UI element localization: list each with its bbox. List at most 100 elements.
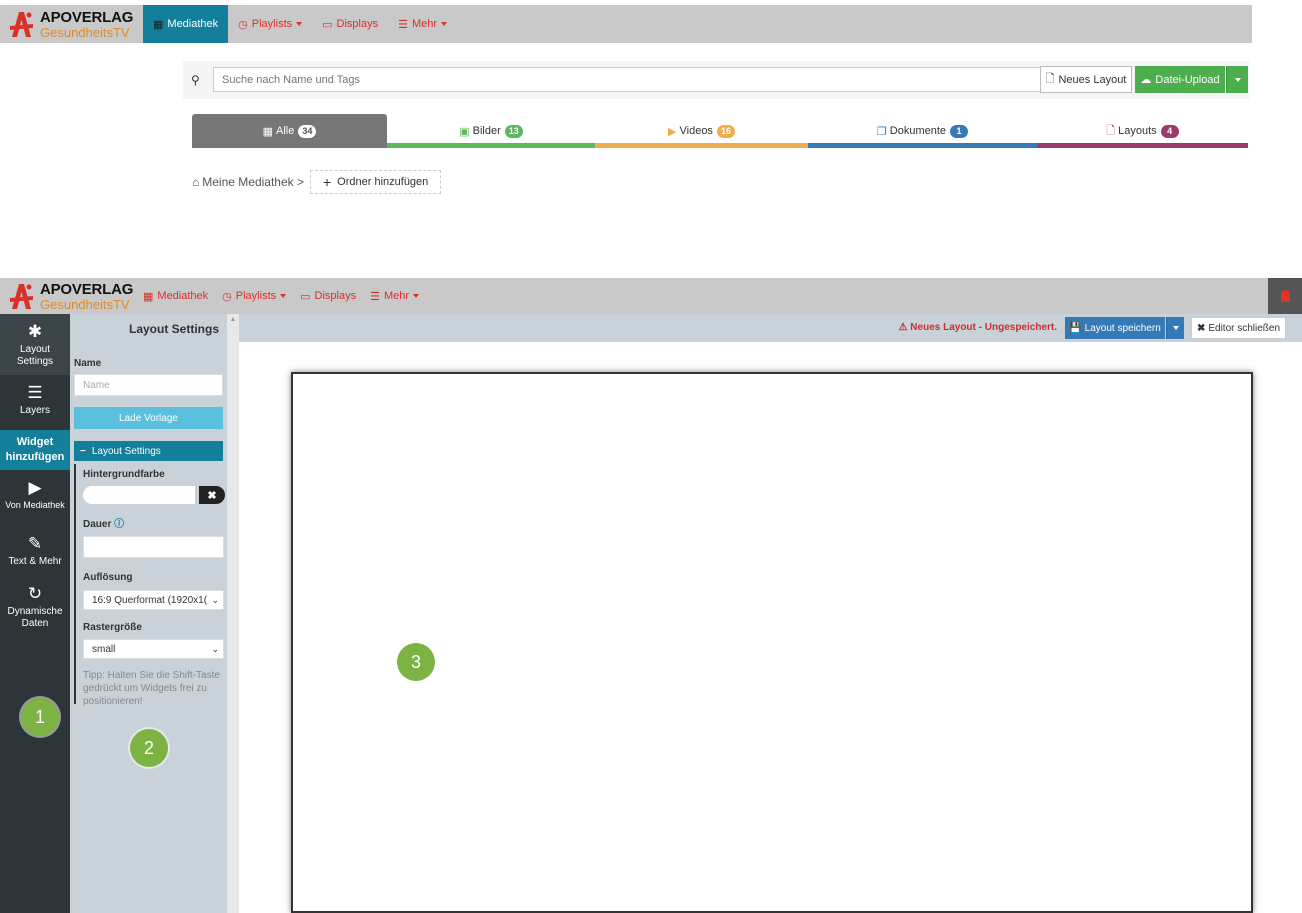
nav-label: Displays: [336, 18, 379, 30]
tab-layouts[interactable]: 🗋 Layouts 4: [1037, 114, 1248, 148]
tab-label: Dokumente: [889, 125, 947, 137]
chevron-down-icon: ⌄: [211, 644, 219, 654]
brand-name: APOVERLAG: [40, 280, 134, 298]
aufloesung-value: 16:9 Querformat (1920x1(: [92, 594, 208, 606]
chevron-down-icon: ⌄: [211, 595, 219, 605]
chevron-down-icon: [413, 294, 420, 298]
background-color-label: Hintergrundfarbe: [83, 469, 165, 480]
file-icon: 🗋: [1106, 124, 1116, 137]
media-filter-tabs: ▦ Alle 34 ▣ Bilder 13 ▶ Videos 16 ❐ Doku…: [192, 114, 1248, 148]
add-folder-label: Ordner hinzufügen: [337, 176, 429, 188]
search-toolbar: ⚲ ✖ 🗋 Neues Layout ☁ Datei-Upload: [183, 61, 1249, 99]
layout-settings-panel: Layout Settings Name Name Lade Vorlage −…: [70, 314, 227, 913]
tab-alle[interactable]: ▦ Alle 34: [192, 114, 387, 148]
editor-navbar: APOVERLAG GesundheitsTV ▦ Mediathek ◷ Pl…: [0, 278, 1302, 314]
close-icon: ✖: [1196, 322, 1206, 334]
chevron-down-icon: [1172, 326, 1179, 330]
count-badge: 1: [950, 124, 969, 138]
grid-icon: ▦: [143, 290, 154, 303]
nav-mehr[interactable]: ☰ Mehr: [363, 278, 426, 314]
upload-button[interactable]: ☁ Datei-Upload: [1135, 66, 1225, 93]
raster-select[interactable]: small ⌄: [83, 639, 224, 659]
nav-mediathek[interactable]: ▦ Mediathek: [143, 5, 229, 43]
sidebar-item-text-mehr[interactable]: ✎ Text & Mehr: [0, 526, 70, 576]
close-editor-button[interactable]: ✖ Editor schließen: [1191, 317, 1286, 339]
nav-playlists[interactable]: ◷ Playlists: [215, 278, 293, 314]
marker-3: 3: [397, 643, 435, 681]
nav-label: Playlists: [251, 18, 293, 30]
notification-button[interactable]: [1268, 278, 1302, 314]
dauer-label-text: Dauer: [83, 519, 112, 530]
layout-settings-section-body: Hintergrundfarbe ✖ Dauer ⓘ Auflösung 16:…: [74, 464, 229, 707]
plus-icon: +: [322, 174, 332, 190]
aufloesung-select[interactable]: 16:9 Querformat (1920x1( ⌄: [83, 590, 224, 610]
background-color-picker[interactable]: [83, 486, 195, 504]
raster-label: Rastergröße: [83, 622, 142, 633]
nav-displays[interactable]: ▭ Displays: [293, 278, 363, 314]
raster-value: small: [92, 643, 116, 655]
nav-mehr[interactable]: ☰ Mehr: [388, 5, 457, 43]
editor-nav: ▦ Mediathek ◷ Playlists ▭ Displays ☰ Meh…: [136, 278, 426, 314]
add-folder-button[interactable]: + Ordner hinzufügen: [309, 170, 442, 194]
sidebar-item-layout-settings[interactable]: ✱ Layout Settings: [0, 314, 70, 375]
brand-logo[interactable]: APOVERLAG GesundheitsTV: [8, 8, 133, 40]
media-library-icon: ▶: [28, 478, 42, 497]
nav-playlists[interactable]: ◷ Playlists: [228, 5, 312, 43]
marker-2: 2: [130, 729, 168, 767]
layout-canvas[interactable]: [291, 372, 1253, 913]
sidebar-label: Dynamische Daten: [7, 606, 63, 629]
apoverlag-logo-icon: [10, 284, 33, 309]
sidebar-item-layers[interactable]: ☰ Layers: [0, 375, 70, 420]
tab-bilder[interactable]: ▣ Bilder 13: [387, 114, 595, 148]
puzzle-icon: ✱: [27, 322, 43, 341]
chevron-down-icon: [296, 22, 303, 26]
save-label: Layout speichern: [1084, 322, 1161, 334]
list-icon: ☰: [27, 383, 43, 402]
settings-scrollbar[interactable]: ▲: [227, 314, 239, 913]
new-layout-label: Neues Layout: [1058, 73, 1127, 86]
save-layout-button[interactable]: 💾 Layout speichern: [1065, 317, 1165, 339]
layout-editor-panel: APOVERLAG GesundheitsTV ▦ Mediathek ◷ Pl…: [0, 278, 1302, 913]
warning-icon: ⚠: [898, 322, 908, 333]
pencil-icon: ✎: [27, 534, 43, 553]
menu-icon: ☰: [398, 18, 408, 31]
tab-dokumente[interactable]: ❐ Dokumente 1: [808, 114, 1037, 148]
monitor-icon: ▭: [322, 18, 333, 31]
marker-1: 1: [21, 698, 59, 736]
layout-settings-section-header[interactable]: − Layout Settings: [74, 441, 223, 461]
home-icon: ⌂: [192, 175, 200, 189]
top-navbar: APOVERLAG GesundheitsTV ▦ Mediathek ◷ Pl…: [0, 5, 1252, 43]
nav-label: Mehr: [411, 18, 438, 30]
nav-label: Mediathek: [157, 290, 209, 302]
tab-color-bar: [1037, 143, 1248, 148]
lade-vorlage-button[interactable]: Lade Vorlage: [74, 407, 223, 429]
top-nav: ▦ Mediathek ◷ Playlists ▭ Displays ☰ Meh…: [143, 5, 457, 43]
chevron-down-icon: [441, 22, 448, 26]
breadcrumb: ⌂ Meine Mediathek > + Ordner hinzufügen: [192, 170, 442, 194]
refresh-icon: ↻: [27, 584, 43, 603]
sidebar-item-von-mediathek[interactable]: ▶ Von Mediathek: [0, 470, 70, 526]
clear-color-button[interactable]: ✖: [199, 486, 225, 504]
brand-logo[interactable]: APOVERLAG GesundheitsTV: [8, 280, 133, 312]
new-layout-button[interactable]: 🗋 Neues Layout: [1040, 66, 1132, 93]
count-badge: 4: [1160, 124, 1179, 138]
info-icon[interactable]: ⓘ: [114, 519, 124, 530]
upload-label: Datei-Upload: [1155, 73, 1220, 86]
search-input[interactable]: [213, 67, 1075, 92]
breadcrumb-home[interactable]: Meine Mediathek >: [202, 175, 304, 189]
dauer-input[interactable]: [83, 536, 224, 558]
tab-label: Bilder: [472, 125, 501, 137]
name-input[interactable]: Name: [74, 374, 223, 396]
mediathek-panel: APOVERLAG GesundheitsTV ▦ Mediathek ◷ Pl…: [0, 0, 1302, 250]
sidebar-item-dynamische-daten[interactable]: ↻ Dynamische Daten: [0, 576, 70, 640]
nav-displays[interactable]: ▭ Displays: [312, 5, 388, 43]
upload-dropdown-button[interactable]: [1226, 66, 1248, 93]
tab-label: Alle: [276, 125, 295, 137]
tab-color-bar: [387, 143, 595, 148]
save-dropdown-button[interactable]: [1166, 317, 1184, 339]
scroll-up-icon[interactable]: ▲: [227, 316, 239, 323]
tab-videos[interactable]: ▶ Videos 16: [595, 114, 808, 148]
nav-mediathek[interactable]: ▦ Mediathek: [136, 278, 215, 314]
tab-label: Videos: [679, 125, 713, 137]
monitor-icon: ▭: [300, 290, 311, 303]
